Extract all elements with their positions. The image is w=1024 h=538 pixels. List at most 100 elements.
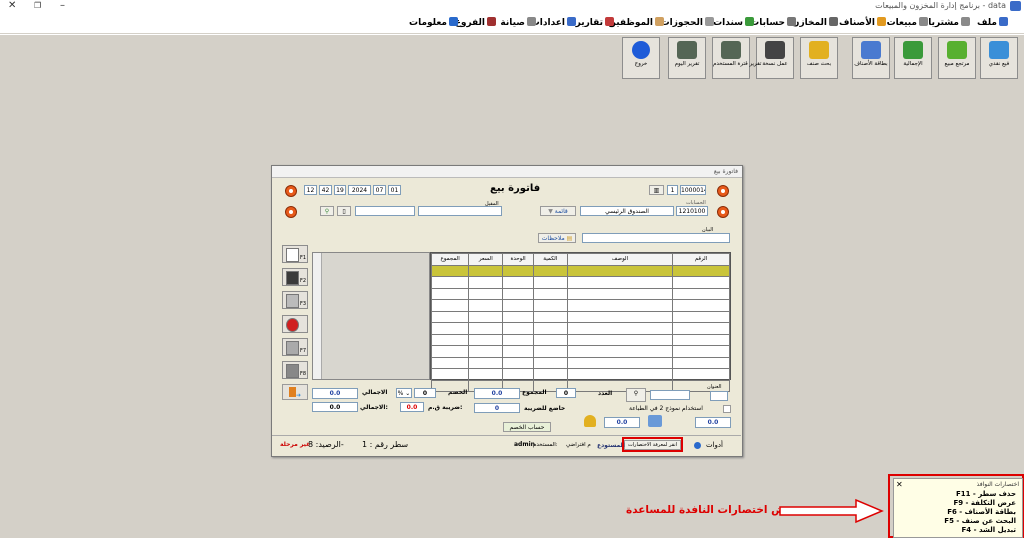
grid-cell[interactable] [566,368,673,381]
grid-cell[interactable] [430,287,470,300]
menu-item-6[interactable]: سندات [713,17,754,28]
grid-cell[interactable] [532,333,568,346]
clock-orb-icon[interactable] [285,185,297,197]
grid-cell[interactable] [502,356,534,369]
list-button[interactable]: ▼ قائمة [540,206,576,216]
calc-discount-button[interactable]: حساب الخصم [503,422,551,432]
grid-cell[interactable] [468,333,504,346]
grid-cell[interactable] [566,333,673,346]
account-name-field[interactable]: الصندوق الرئيسي [580,206,674,216]
toolbar-button-2[interactable]: الإجمالية [894,37,932,79]
grid-cell[interactable] [566,287,673,300]
nav-orb-icon[interactable] [717,185,729,197]
close-icon[interactable]: ✕ [896,480,903,489]
table-row[interactable] [430,368,731,381]
document-icon[interactable]: ▯ [337,206,351,216]
menu-item-5[interactable]: حسابات [750,17,796,28]
grid-cell[interactable] [566,299,673,312]
grid-cell[interactable] [671,368,731,381]
grid-scrollbar[interactable] [313,253,322,379]
secondary-field[interactable] [355,206,415,216]
grid-cell[interactable] [430,345,470,358]
grand-total-field[interactable]: 0.0 [312,402,358,412]
toolbar-button-5[interactable]: عمل نسخة [756,37,794,79]
grid-cell[interactable] [430,310,470,323]
table-row[interactable] [430,264,731,277]
grid-cell[interactable] [532,276,568,289]
side-action-button-3[interactable] [282,315,308,333]
search-icon[interactable]: ⚲ [626,388,646,402]
grid-cell[interactable] [468,368,504,381]
grid-cell[interactable] [671,276,731,289]
table-row[interactable] [430,356,731,369]
table-row[interactable] [430,276,731,289]
grid-cell[interactable] [502,299,534,312]
menu-item-12[interactable]: الفروع [455,17,496,28]
statement-field[interactable] [582,233,730,243]
menu-item-7[interactable]: الحجوزات [661,17,714,28]
grid-cell[interactable] [502,333,534,346]
invoice-number-field[interactable]: 1000014 [680,185,706,195]
time-second-field[interactable]: 12 [304,185,317,195]
grid-cell[interactable] [566,356,673,369]
grid-cell[interactable] [566,276,673,289]
grid-cell[interactable] [468,345,504,358]
percent-select[interactable]: % ⌄ [396,388,412,398]
toolbar-button-4[interactable]: بحث صنف [800,37,838,79]
grid-cell[interactable] [468,322,504,335]
grid-cell[interactable] [566,264,673,277]
grid-cell[interactable] [671,345,731,358]
grid-cell[interactable] [671,333,731,346]
toolbar-button-0[interactable]: فيع نقدي [980,37,1018,79]
print-model-checkbox[interactable] [723,405,731,413]
grid-cell[interactable] [671,264,731,277]
toolbar-button-6[interactable]: تقرير قترة المستخدم [712,37,761,79]
minimize-icon[interactable]: – [60,0,65,11]
side-action-button-4[interactable]: F7 [282,338,308,356]
grid-cell[interactable] [430,299,470,312]
count-field[interactable]: 0 [556,388,576,398]
time-minute-field[interactable]: 42 [319,185,332,195]
grid-cell[interactable] [566,310,673,323]
menu-item-10[interactable]: اعدادات [531,17,576,28]
menu-item-9[interactable]: تقارير [576,17,614,28]
grid-cell[interactable] [532,287,568,300]
grid-cell[interactable] [532,264,568,277]
menu-item-2[interactable]: مبيعات [887,17,928,28]
grid-cell[interactable] [502,287,534,300]
account-code-field[interactable]: 1210100 [676,206,708,216]
invoice-items-grid[interactable]: الرقم الوصف الكمية الوحدة السعر المجموع [430,252,731,392]
notes-button[interactable]: ملاحظات ▤ [538,233,576,243]
toolbar-button-8[interactable]: خروج [622,37,660,79]
maximize-icon[interactable]: ❐ [34,1,41,10]
grid-cell[interactable] [502,264,534,277]
grid-cell[interactable] [502,322,534,335]
table-row[interactable] [430,333,731,346]
grid-cell[interactable] [502,345,534,358]
tools-menu[interactable]: أدوات [706,441,723,449]
summary-box-1[interactable]: 0.0 [695,417,731,428]
grid-cell[interactable] [502,276,534,289]
table-row[interactable] [430,287,731,300]
grid-cell[interactable] [468,299,504,312]
grid-cell[interactable] [532,322,568,335]
grid-cell[interactable] [430,368,470,381]
grid-cell[interactable] [532,310,568,323]
grid-cell[interactable] [532,356,568,369]
toolbar-button-1[interactable]: مرتجع مبيع [938,37,976,79]
table-row[interactable] [430,299,731,312]
search-icon[interactable]: ⚲ [320,206,334,216]
discount-total-field[interactable]: 0 [414,388,436,398]
grid-cell[interactable] [532,299,568,312]
date-month-field[interactable]: 07 [373,185,386,195]
book-icon[interactable]: ▥ [649,185,664,195]
grid-cell[interactable] [671,287,731,300]
copy-number-field[interactable]: 1 [667,185,678,195]
table-row[interactable] [430,310,731,323]
menu-item-4[interactable]: المخازن [792,17,838,28]
menu-item-3[interactable]: الأصناف [839,17,886,28]
grid-cell[interactable] [468,310,504,323]
date-year-field[interactable]: 2024 [348,185,371,195]
time-hour-field[interactable]: 19 [334,185,346,195]
close-icon[interactable]: ✕ [8,0,16,11]
